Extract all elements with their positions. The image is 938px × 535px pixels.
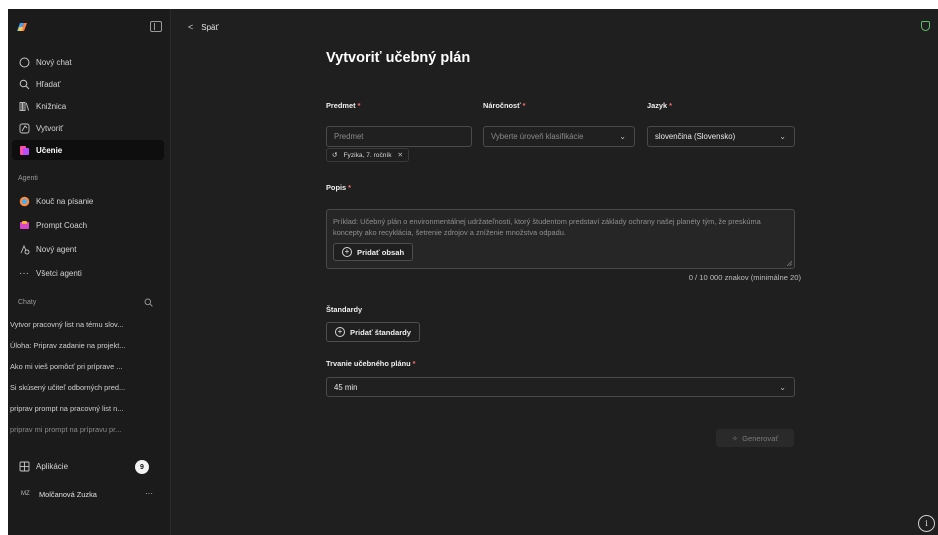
- description-label: Popis *: [326, 183, 351, 192]
- chevron-down-icon: ⌄: [619, 132, 626, 141]
- sidebar-item-learning[interactable]: Učenie: [12, 140, 164, 160]
- required-mark: *: [669, 101, 673, 110]
- sidebar-item-label: Vytvoriť: [36, 123, 64, 133]
- duration-label: Trvanie učebného plánu *: [326, 359, 416, 368]
- standards-label: Štandardy: [326, 305, 363, 314]
- plus-circle-icon: +: [335, 327, 345, 337]
- description-textarea[interactable]: Príklad: Učebný plán o environmentálnej …: [326, 209, 795, 269]
- subject-suggestion-chip[interactable]: ↺ Fyzika, 7. ročník ✕: [326, 148, 410, 162]
- sidebar-item-all-agents[interactable]: ··· Všetci agenti: [12, 263, 164, 283]
- sidebar-item-label: Kouč na písanie: [36, 196, 94, 206]
- description-label-text: Popis: [326, 183, 347, 192]
- page-title: Vytvoriť učebný plán: [326, 50, 471, 66]
- create-icon: [17, 123, 31, 134]
- sidebar-item-label: Hľadať: [36, 79, 61, 89]
- info-icon[interactable]: i: [918, 515, 935, 532]
- chats-section-label: Chaty: [18, 299, 37, 306]
- language-select[interactable]: slovenčina (Slovensko) ⌄: [647, 126, 795, 147]
- add-standards-label: Pridať štandardy: [350, 327, 412, 337]
- required-mark: *: [357, 101, 361, 110]
- language-label-text: Jazyk: [647, 101, 668, 110]
- sidebar-item-writing-coach[interactable]: Kouč na písanie: [12, 191, 164, 211]
- user-menu-button[interactable]: ···: [145, 489, 153, 498]
- search-icon: [17, 79, 31, 90]
- main-content: < Späť Vytvoriť učebný plán Predmet * Pre…: [171, 9, 938, 535]
- duration-select[interactable]: 45 min ⌄: [326, 377, 795, 397]
- sidebar-item-prompt-coach[interactable]: Prompt Coach: [12, 215, 164, 235]
- history-icon: ↺: [332, 152, 338, 159]
- chevron-left-icon: <: [188, 22, 194, 32]
- sparkle-icon: ✧: [731, 433, 739, 443]
- sidebar-item-label: Aplikácie: [36, 461, 69, 471]
- add-standards-button[interactable]: + Pridať štandardy: [326, 322, 421, 342]
- app-window: Nový chat Hľadať Knižnica Vytvoriť Učeni…: [8, 9, 938, 535]
- subject-input[interactable]: Predmet: [326, 126, 472, 147]
- sidebar-item-new-agent[interactable]: Nový agent: [12, 239, 164, 259]
- apps-count-badge: 9: [135, 460, 149, 474]
- sidebar-item-label: Učenie: [36, 145, 63, 155]
- sidebar-item-new-chat[interactable]: Nový chat: [12, 52, 164, 72]
- language-value: slovenčina (Slovensko): [655, 132, 736, 141]
- subject-label-text: Predmet: [326, 101, 356, 110]
- chat-list-item[interactable]: Vytvor pracovný list na tému slov...: [8, 320, 168, 329]
- chat-list-item[interactable]: Úloha: Priprav zadanie na projekt...: [8, 341, 168, 350]
- more-icon: ···: [19, 267, 29, 279]
- sidebar-item-label: Všetci agenti: [36, 268, 82, 278]
- generate-label: Generovať: [742, 433, 779, 443]
- sidebar-item-library[interactable]: Knižnica: [12, 96, 164, 116]
- learning-icon: [17, 145, 31, 156]
- library-icon: [17, 101, 31, 112]
- sidebar-item-search[interactable]: Hľadať: [12, 74, 164, 94]
- resize-handle-icon[interactable]: [787, 261, 792, 266]
- sidebar-header: [8, 9, 170, 43]
- copilot-logo-icon[interactable]: [15, 21, 29, 33]
- difficulty-label-text: Náročnosť: [483, 101, 521, 110]
- add-content-label: Pridať obsah: [357, 247, 405, 257]
- back-label: Späť: [201, 22, 219, 32]
- difficulty-placeholder: Vyberte úroveň klasifikácie: [491, 132, 584, 141]
- prompt-coach-icon: [17, 220, 31, 231]
- search-chats-icon[interactable]: [144, 298, 153, 307]
- subject-label: Predmet *: [326, 101, 360, 110]
- character-counter: 0 / 10 000 znakov (minimálne 20): [688, 273, 801, 282]
- apps-grid-icon: [17, 461, 31, 472]
- chat-list-item[interactable]: priprav prompt na pracovný list n...: [8, 404, 168, 413]
- required-mark: *: [412, 359, 416, 368]
- subject-placeholder: Predmet: [334, 132, 364, 141]
- new-agent-icon: [17, 244, 31, 255]
- sidebar-item-label: Nový agent: [36, 244, 77, 254]
- chevron-down-icon: ⌄: [779, 132, 786, 141]
- description-placeholder: Príklad: Učebný plán o environmentálnej …: [333, 217, 761, 237]
- back-button[interactable]: < Späť: [188, 22, 219, 32]
- user-name[interactable]: Molčanová Zuzka: [39, 490, 97, 499]
- close-icon[interactable]: ✕: [398, 151, 404, 159]
- difficulty-label: Náročnosť *: [483, 101, 526, 110]
- required-mark: *: [522, 101, 526, 110]
- duration-label-text: Trvanie učebného plánu: [326, 359, 411, 368]
- add-content-button[interactable]: + Pridať obsah: [333, 243, 414, 261]
- sidebar-item-create[interactable]: Vytvoriť: [12, 118, 164, 138]
- duration-value: 45 min: [334, 382, 358, 392]
- chevron-down-icon: ⌄: [779, 383, 786, 392]
- sidebar-item-label: Nový chat: [36, 57, 72, 67]
- sidebar: Nový chat Hľadať Knižnica Vytvoriť Učeni…: [8, 9, 171, 535]
- chat-bubble-icon: [17, 57, 31, 68]
- sidebar-item-label: Prompt Coach: [36, 220, 88, 230]
- sidebar-item-label: Knižnica: [36, 101, 67, 111]
- generate-button[interactable]: ✧ Generovať: [716, 429, 794, 447]
- toggle-sidebar-icon[interactable]: [150, 21, 162, 32]
- chat-list-item[interactable]: Ako mi vieš pomôcť pri príprave ...: [8, 362, 168, 371]
- writing-coach-icon: [17, 196, 31, 207]
- avatar[interactable]: MZ: [21, 491, 30, 497]
- chip-label: Fyzika, 7. ročník: [343, 151, 392, 159]
- language-label: Jazyk *: [647, 101, 672, 110]
- chat-list-item[interactable]: priprav mi prompt na prípravu pr...: [8, 425, 168, 434]
- plus-circle-icon: +: [342, 247, 352, 257]
- agents-section-label: Agenti: [18, 175, 38, 182]
- required-mark: *: [348, 183, 352, 192]
- difficulty-select[interactable]: Vyberte úroveň klasifikácie ⌄: [483, 126, 635, 147]
- chat-list-item[interactable]: Si skúsený učiteľ odborných pred...: [8, 383, 168, 392]
- shield-check-icon[interactable]: [921, 21, 930, 31]
